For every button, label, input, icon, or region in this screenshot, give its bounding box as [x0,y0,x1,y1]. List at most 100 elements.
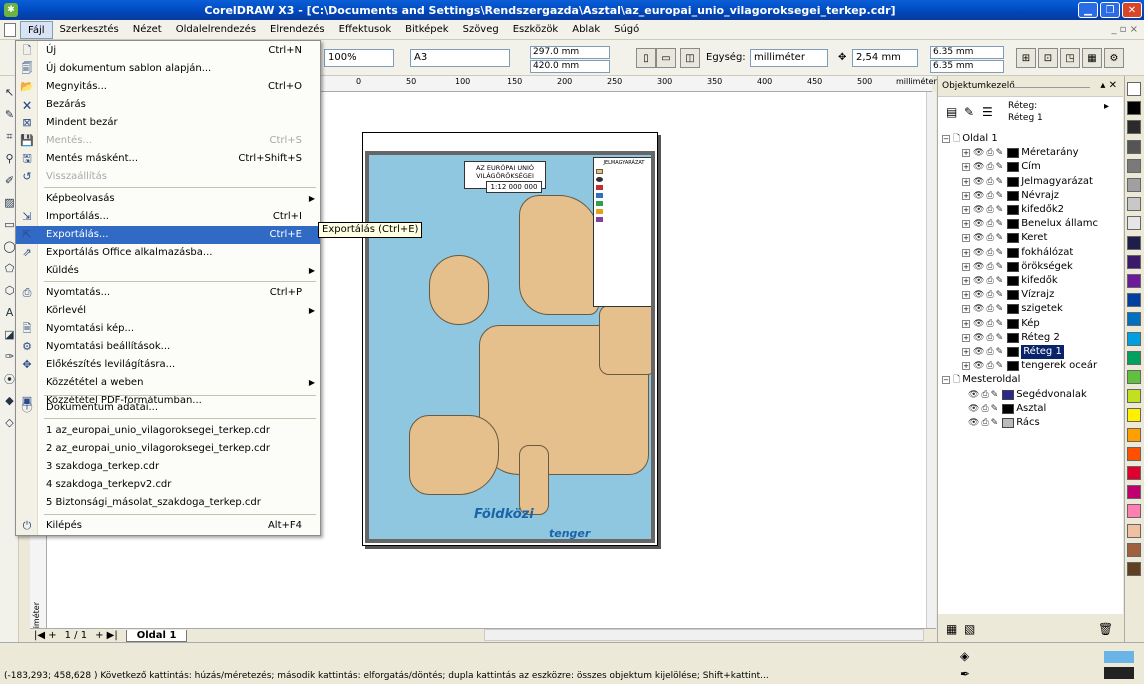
expand-toggle-icon[interactable]: + [962,234,970,243]
palette-swatch[interactable] [1127,101,1141,116]
palette-swatch[interactable] [1127,158,1141,173]
editable-pencil-icon[interactable]: ✎ [996,345,1004,359]
expand-toggle-icon[interactable]: + [962,333,970,342]
menu-item-kepbeolvasas[interactable]: Képbeolvasás ▶ [16,190,320,208]
page-layout-icon[interactable]: ◫ [680,48,700,68]
maximize-button[interactable]: ❐ [1100,2,1120,18]
nudge-distance-field[interactable]: 2,54 mm [852,49,918,67]
menu-item-kilepes[interactable]: ⏻ Kilépés Alt+F4 [16,517,320,535]
tree-layer-node[interactable]: + 👁 ⎙ ✎ fokhálózat [962,246,1073,260]
visibility-eye-icon[interactable]: 👁 [973,317,984,331]
tree-layer-node[interactable]: 👁 ⎙ ✎ Rács [968,416,1040,430]
expand-toggle-icon[interactable]: + [962,177,970,186]
page-width-field[interactable]: 297.0 mm [530,46,610,59]
expand-toggle-icon[interactable]: + [962,163,970,172]
menu-item-bezaras[interactable]: 🗙 Bezárás [16,96,320,114]
palette-swatch[interactable] [1127,235,1141,250]
editable-pencil-icon[interactable]: ✎ [996,274,1004,288]
horizontal-scrollbar[interactable] [484,629,924,641]
printable-printer-icon[interactable]: ⎙ [986,331,993,345]
palette-swatch[interactable] [1127,274,1141,288]
first-page-button[interactable]: |◀ + [30,630,61,641]
tree-layer-node[interactable]: + 👁 ⎙ ✎ Vízrajz [962,288,1054,302]
printable-printer-icon[interactable]: ⎙ [986,288,993,302]
printable-printer-icon[interactable]: ⎙ [986,203,993,217]
menu-item-importalas[interactable]: ⇲ Importálás... Ctrl+I [16,208,320,226]
visibility-eye-icon[interactable]: 👁 [973,302,984,316]
printable-printer-icon[interactable]: ⎙ [986,345,993,359]
mdi-window-controls[interactable]: _ ▫ × [1111,24,1138,35]
editable-pencil-icon[interactable]: ✎ [996,189,1004,203]
menu-item-visszaallitas[interactable]: ↺ Visszaállítás [16,168,320,186]
menu-item-megnyitas[interactable]: 📂 Megnyitás... Ctrl+O [16,78,320,96]
layer-manager-icon[interactable]: ☰ [982,105,993,119]
menu-item-4-szakdoga-terkepv2-cdr[interactable]: 4 szakdoga_terkepv2.cdr [16,476,320,494]
expand-toggle-icon[interactable]: + [962,262,970,271]
menu-item-uj[interactable]: 🗋 Új Ctrl+N [16,42,320,60]
tree-layer-node[interactable]: + 👁 ⎙ ✎ kifedők [962,274,1058,288]
palette-swatch[interactable] [1127,562,1141,576]
printable-printer-icon[interactable]: ⎙ [981,388,988,402]
visibility-eye-icon[interactable]: 👁 [973,217,984,231]
menu-item-nyomtatasi-kep[interactable]: 🗎 Nyomtatási kép... [16,320,320,338]
palette-swatch[interactable] [1127,389,1141,404]
editable-pencil-icon[interactable]: ✎ [996,359,1004,373]
menu-item-exportalas-office-alkalmazasba[interactable]: ⇗ Exportálás Office alkalmazásba... [16,244,320,262]
visibility-eye-icon[interactable]: 👁 [973,246,984,260]
visibility-eye-icon[interactable]: 👁 [973,288,984,302]
palette-swatch[interactable] [1127,120,1141,135]
editable-pencil-icon[interactable]: ✎ [996,160,1004,174]
printable-printer-icon[interactable]: ⎙ [986,175,993,189]
expand-toggle-icon[interactable]: − [942,376,950,385]
visibility-eye-icon[interactable]: 👁 [973,260,984,274]
editable-pencil-icon[interactable]: ✎ [996,175,1004,189]
tree-layer-node[interactable]: + 👁 ⎙ ✎ Méretarány [962,146,1079,160]
snap-objects-icon[interactable]: ◳ [1060,48,1080,68]
palette-swatch[interactable] [1127,446,1141,461]
palette-swatch[interactable] [1127,331,1141,346]
editable-pencil-icon[interactable]: ✎ [996,302,1004,316]
palette-swatch[interactable] [1127,485,1141,500]
menu-item-nyomtatas[interactable]: ⎙ Nyomtatás... Ctrl+P [16,284,320,302]
palette-swatch[interactable] [1127,312,1141,327]
palette-swatch[interactable] [1127,139,1141,154]
editable-pencil-icon[interactable]: ✎ [996,146,1004,160]
tree-layer-node[interactable]: + 👁 ⎙ ✎ Réteg 1 [962,345,1064,359]
printable-printer-icon[interactable]: ⎙ [986,160,993,174]
palette-swatch[interactable] [1127,542,1141,557]
snap-guides-icon[interactable]: ⊡ [1038,48,1058,68]
palette-swatch[interactable] [1127,427,1141,442]
menu-item-mentes[interactable]: 💾 Mentés... Ctrl+S [16,132,320,150]
menu-szerkesztes[interactable]: Szerkesztés [53,21,126,39]
show-properties-icon[interactable]: ▤ [946,105,957,119]
docker-menu-icon[interactable]: ▸ [1104,101,1109,112]
expand-toggle-icon[interactable]: + [962,248,970,257]
tree-layer-node[interactable]: + 👁 ⎙ ✎ Benelux államc [962,217,1098,231]
visibility-eye-icon[interactable]: 👁 [973,160,984,174]
palette-swatch[interactable] [1127,523,1141,538]
palette-swatch[interactable] [1127,216,1141,231]
menu-item-uj-dokumentum-sablon-alapjan[interactable]: 🗐 Új dokumentum sablon alapján... [16,60,320,78]
printable-printer-icon[interactable]: ⎙ [986,246,993,260]
printable-printer-icon[interactable]: ⎙ [986,302,993,316]
expand-toggle-icon[interactable]: + [962,319,970,328]
minimize-button[interactable]: ▁ [1078,2,1098,18]
tree-layer-node[interactable]: + 👁 ⎙ ✎ Kép [962,317,1040,331]
visibility-eye-icon[interactable]: 👁 [973,231,984,245]
menu-item-mentes-maskent[interactable]: 🖫 Mentés másként... Ctrl+Shift+S [16,150,320,168]
expand-toggle-icon[interactable]: + [962,305,970,314]
palette-swatch[interactable] [1127,350,1141,365]
new-master-layer-icon[interactable]: ▧ [964,622,975,636]
menu-fajl[interactable]: Fájl [20,20,53,39]
visibility-eye-icon[interactable]: 👁 [968,388,979,402]
menu-sugo[interactable]: Súgó [607,21,646,39]
expand-toggle-icon[interactable]: + [962,206,970,214]
tree-layer-node[interactable]: + 👁 ⎙ ✎ Jelmagyarázat [962,175,1093,189]
expand-toggle-icon[interactable]: + [962,277,970,285]
printable-printer-icon[interactable]: ⎙ [986,231,993,245]
editable-pencil-icon[interactable]: ✎ [991,402,999,416]
close-button[interactable]: ✕ [1122,2,1142,18]
editable-pencil-icon[interactable]: ✎ [996,331,1004,345]
delete-icon[interactable]: 🗑 [1098,622,1113,636]
visibility-eye-icon[interactable]: 👁 [968,402,979,416]
